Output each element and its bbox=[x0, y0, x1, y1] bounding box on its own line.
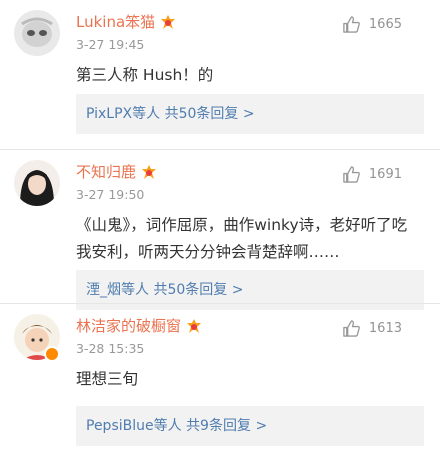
reply-users[interactable]: 湮_烟等人 bbox=[86, 282, 149, 298]
avatar[interactable] bbox=[14, 10, 60, 56]
vip-badge-icon bbox=[187, 319, 202, 333]
comment-item: 不知归鹿 3-27 19:50 1691 《山鬼》，词作屈原，曲作winky诗，… bbox=[0, 150, 440, 310]
like-count: 1691 bbox=[368, 167, 402, 182]
comment-time: 3-28 15:35 bbox=[76, 341, 145, 356]
comment-text: 理想三旬 bbox=[76, 370, 139, 388]
reply-count[interactable]: 共9条回复 bbox=[186, 418, 251, 434]
comment-text: 《山鬼》，词作屈原，曲作winky诗，老好听了吃我安利，听两天分分钟会背楚辞啊…… bbox=[76, 216, 408, 261]
vip-badge-icon bbox=[161, 15, 176, 29]
replies-link[interactable]: PixLPX等人 共50条回复 > bbox=[76, 94, 424, 134]
thumbs-up-icon bbox=[343, 166, 360, 183]
reply-users[interactable]: PepsiBlue等人 bbox=[86, 418, 182, 434]
chevron-right-icon: > bbox=[231, 282, 244, 298]
comment-text: 第三人称 Hush！的 bbox=[76, 66, 214, 84]
avatar-image bbox=[14, 10, 60, 56]
thumbs-up-icon bbox=[343, 320, 360, 337]
replies-link[interactable]: PepsiBlue等人 共9条回复 > bbox=[76, 406, 424, 446]
username-text[interactable]: 不知归鹿 bbox=[76, 163, 136, 181]
username[interactable]: Lukina笨猫 bbox=[76, 11, 177, 32]
username-text[interactable]: Lukina笨猫 bbox=[76, 13, 155, 31]
like-button[interactable]: 1691 bbox=[342, 165, 402, 184]
username-text[interactable]: 林洁家的破橱窗 bbox=[76, 317, 181, 335]
comment-item: Lukina笨猫 3-27 19:45 1665 第三人称 Hush！的 Pix… bbox=[0, 0, 440, 150]
username[interactable]: 林洁家的破橱窗 bbox=[76, 315, 203, 336]
reply-count[interactable]: 共50条回复 bbox=[165, 106, 239, 122]
verified-badge-icon bbox=[44, 346, 60, 362]
chevron-right-icon: > bbox=[255, 418, 268, 434]
chevron-right-icon: > bbox=[242, 106, 255, 122]
thumbs-up-icon bbox=[343, 16, 360, 33]
reply-users[interactable]: PixLPX等人 bbox=[86, 106, 160, 122]
reply-count[interactable]: 共50条回复 bbox=[153, 282, 227, 298]
avatar-image bbox=[14, 160, 60, 206]
like-count: 1613 bbox=[368, 321, 402, 336]
like-button[interactable]: 1613 bbox=[342, 319, 402, 338]
comment-time: 3-27 19:45 bbox=[76, 37, 145, 52]
like-count: 1665 bbox=[368, 17, 402, 32]
avatar[interactable] bbox=[14, 160, 60, 206]
like-button[interactable]: 1665 bbox=[342, 15, 402, 34]
comment-time: 3-27 19:50 bbox=[76, 187, 145, 202]
vip-badge-icon bbox=[142, 165, 157, 179]
comment-item: 林洁家的破橱窗 3-28 15:35 1613 理想三旬 PepsiBlue等人… bbox=[0, 304, 440, 470]
username[interactable]: 不知归鹿 bbox=[76, 161, 158, 182]
